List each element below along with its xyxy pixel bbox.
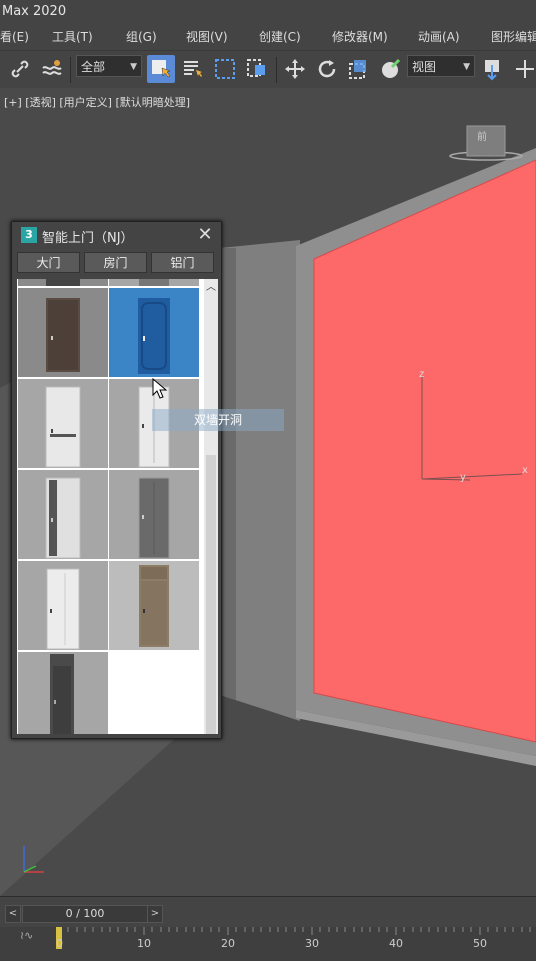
frame-tick-label: 10 [137,937,151,950]
menu-edit[interactable]: 看(E) [0,26,29,48]
tab-room-door[interactable]: 房门 [84,252,147,273]
3dsmax-logo-icon: 3 [21,227,37,243]
door-image [45,477,81,559]
tab-aluminum-door[interactable]: 铝门 [151,252,214,273]
select-and-scale-button[interactable] [345,55,373,83]
door-thumbnail[interactable] [18,470,108,559]
dialog-title-bar[interactable]: 3 智能上门（NJ） ✕ [12,222,221,250]
toolbar-separator [70,57,71,83]
thumbnail-scrollbar[interactable]: ︿ [204,279,218,734]
selection-filter-value: 全部 [81,60,106,74]
chevron-down-icon: ▼ [463,62,470,72]
door-image [139,565,169,647]
gizmo-axis-y-label: y [460,472,466,483]
close-button[interactable]: ✕ [195,224,215,246]
menu-views[interactable]: 视图(V) [186,26,228,48]
door-thumbnail-grid: ︿ [17,279,218,734]
select-object-icon [152,60,171,78]
rectangular-selection-button[interactable] [211,55,239,83]
toolbar-separator [276,57,277,83]
frame-tick-label: 30 [305,937,319,950]
dialog-title: 智能上门（NJ） [42,231,134,246]
chevron-down-icon: ▼ [130,62,137,72]
window-crossing-icon [247,59,265,77]
window-crossing-button[interactable] [243,55,271,83]
door-thumbnail[interactable] [18,279,108,286]
hover-tooltip: 双墙开洞 [152,409,284,431]
door-thumbnail-selected[interactable] [109,288,199,377]
chevron-up-icon[interactable]: ︿ [204,281,218,295]
select-and-place-button[interactable] [377,55,405,83]
smart-door-dialog: 3 智能上门（NJ） ✕ 大门 房门 铝门 ︿ [11,221,222,739]
next-frame-button[interactable]: > [147,905,163,923]
menu-bar: 看(E) 工具(T) 组(G) 视图(V) 创建(C) 修改器(M) 动画(A)… [0,26,536,50]
menu-create[interactable]: 创建(C) [259,26,301,48]
time-slider-bar: < 0 / 100 > ≀∿ 0 10 20 30 40 50 [0,896,536,961]
time-slider[interactable]: 0 / 100 [22,905,148,923]
reference-coordinate-value: 视图 [412,60,437,74]
door-image [138,477,170,559]
gizmo-axis-x-label: x [522,465,528,476]
rectangle-select-icon [215,59,235,79]
menu-graph-editors[interactable]: 图形编辑 [491,26,536,48]
curve-editor-icon[interactable]: ≀∿ [20,929,33,942]
door-image [139,279,169,286]
scale-icon [349,60,366,79]
menu-modifiers[interactable]: 修改器(M) [332,26,388,48]
door-thumbnail[interactable] [18,379,108,468]
select-and-manipulate-button[interactable] [511,55,536,83]
door-thumbnail[interactable] [18,288,108,377]
selection-filter-dropdown[interactable]: 全部 ▼ [76,55,142,77]
select-object-button[interactable] [147,55,175,83]
chevron-right-icon: > [150,908,160,919]
gizmo-axis-z-label: z [419,369,425,380]
viewport-label[interactable]: [+] [透视] [用户定义] [默认明暗处理] [4,94,190,110]
door-image [46,279,80,286]
mouse-cursor-icon [152,378,168,399]
door-thumbnail[interactable] [109,470,199,559]
frame-tick-label: 40 [389,937,403,950]
track-bar-ticks [56,927,531,949]
link-button[interactable] [6,55,34,83]
door-image [46,568,80,650]
menu-group[interactable]: 组(G) [126,26,157,48]
move-icon [285,59,305,79]
frame-tick-label: 20 [221,937,235,950]
door-thumbnail[interactable] [18,652,108,734]
menu-animation[interactable]: 动画(A) [418,26,460,48]
door-image [138,298,170,374]
scrollbar-thumb[interactable] [206,455,216,734]
select-by-name-button[interactable] [179,55,207,83]
door-image [50,654,74,734]
reference-coordinate-dropdown[interactable]: 视图 ▼ [407,55,475,77]
door-image [45,386,81,468]
previous-frame-button[interactable]: < [5,905,21,923]
app-title: Max 2020 [2,4,67,19]
frame-tick-label: 0 [56,937,63,950]
door-thumbnail[interactable] [109,279,199,286]
menu-tools[interactable]: 工具(T) [52,26,93,48]
select-and-rotate-button[interactable] [313,55,341,83]
bind-space-warp-button[interactable] [38,55,66,83]
space-warp-icon [42,60,62,75]
track-bar[interactable]: ≀∿ 0 10 20 30 40 50 [0,927,536,961]
door-image [46,298,80,372]
chevron-left-icon: < [8,908,18,919]
place-icon [382,58,401,78]
link-icon [11,60,29,78]
select-and-move-button[interactable] [281,55,309,83]
close-icon: ✕ [197,224,213,245]
viewcube-face-label: 前 [477,132,487,143]
tab-main-door[interactable]: 大门 [17,252,80,273]
door-thumbnail[interactable] [109,561,199,650]
use-pivot-center-button[interactable] [479,55,507,83]
main-toolbar: 全部 ▼ 视图 ▼ [0,50,536,89]
frame-tick-label: 50 [473,937,487,950]
select-by-name-icon [184,61,202,77]
door-thumbnail[interactable] [18,561,108,650]
title-bar: Max 2020 [0,0,536,26]
pivot-center-icon [485,60,499,81]
manipulate-icon [516,60,534,78]
rotate-icon [318,60,336,78]
